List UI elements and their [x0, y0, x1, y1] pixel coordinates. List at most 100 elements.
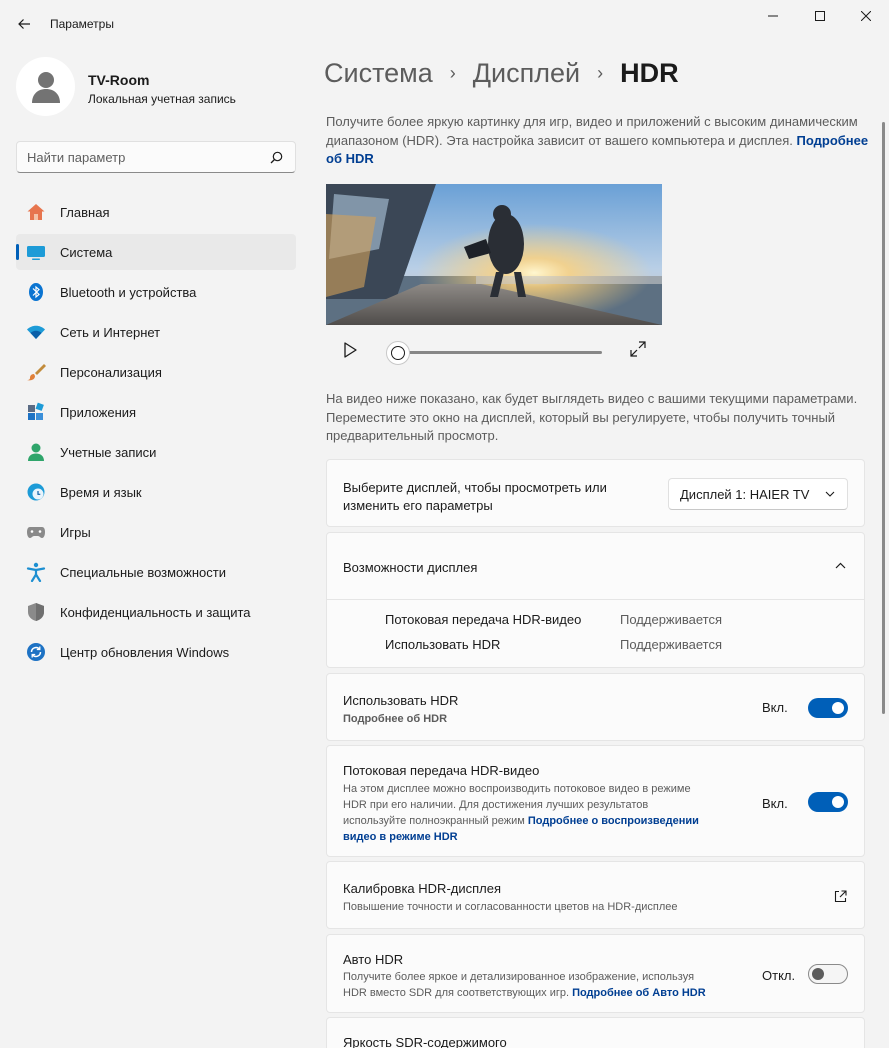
sidebar-item-apps[interactable]: Приложения: [16, 394, 296, 430]
sdr-brightness-title: Яркость SDR-содержимого: [343, 1035, 507, 1048]
use-hdr-title: Использовать HDR: [343, 693, 459, 708]
preview-note: На видео ниже показано, как будет выгляд…: [326, 391, 858, 443]
breadcrumb-separator: ›: [449, 63, 456, 83]
sidebar-item-network[interactable]: Сеть и Интернет: [16, 314, 296, 350]
use-hdr-toggle[interactable]: [808, 698, 848, 718]
sidebar-item-accounts[interactable]: Учетные записи: [16, 434, 296, 470]
wifi-icon: [27, 325, 45, 339]
breadcrumb-system[interactable]: Система: [324, 58, 433, 89]
sidebar-item-system[interactable]: Система: [16, 234, 296, 270]
sidebar-nav: Главная Система Bluetooth и устройства С…: [16, 194, 296, 674]
breadcrumb-display[interactable]: Дисплей: [473, 58, 580, 89]
use-hdr-learn-more-link[interactable]: Подробнее об HDR: [343, 711, 447, 727]
auto-hdr-toggle[interactable]: [808, 964, 848, 984]
external-link-icon: [834, 890, 847, 903]
capabilities-header[interactable]: Возможности дисплея: [327, 533, 864, 600]
sidebar-item-home[interactable]: Главная: [16, 194, 296, 230]
auto-hdr-desc-line: Получите более яркое и детализированное …: [343, 971, 695, 983]
accessibility-icon: [26, 562, 46, 582]
maximize-icon: [815, 11, 825, 21]
sidebar-item-label: Сеть и Интернет: [60, 325, 161, 340]
auto-hdr-learn-more-link[interactable]: Подробнее об Авто HDR: [572, 987, 706, 999]
display-select-label-line: изменить его параметры: [343, 498, 493, 513]
app-title: Параметры: [50, 17, 114, 31]
hdr-calibration-title: Калибровка HDR-дисплея: [343, 881, 502, 896]
capability-name: Потоковая передача HDR-видео: [385, 612, 582, 627]
sidebar-item-label: Персонализация: [60, 365, 162, 380]
hdr-streaming-title: Потоковая передача HDR-видео: [343, 763, 540, 778]
play-icon[interactable]: [340, 340, 360, 360]
sidebar-item-label: Конфиденциальность и защита: [60, 605, 251, 620]
sidebar-item-label: Приложения: [60, 405, 137, 420]
sidebar-item-label: Главная: [60, 205, 110, 220]
hdr-video-preview: [326, 184, 662, 325]
home-icon: [27, 204, 45, 220]
sidebar-item-label: Специальные возможности: [60, 565, 226, 580]
capability-value: Поддерживается: [620, 612, 723, 627]
sidebar-item-bluetooth[interactable]: Bluetooth и устройства: [16, 274, 296, 310]
sdr-brightness-card: Яркость SDR-содержимого: [326, 1017, 865, 1048]
sidebar-item-time-language[interactable]: Время и язык: [16, 474, 296, 510]
hdr-streaming-learn-more-link[interactable]: Подробнее о воспроизведении: [528, 815, 699, 827]
search-icon[interactable]: [270, 151, 283, 164]
search-input[interactable]: [27, 148, 267, 166]
user-avatar-icon: [31, 71, 60, 103]
auto-hdr-desc-line: HDR вместо SDR для соответствующих игр.: [343, 987, 573, 999]
hdr-streaming-toggle[interactable]: [808, 792, 848, 812]
minimize-button[interactable]: [750, 0, 796, 32]
search-box[interactable]: [16, 141, 296, 173]
display-dropdown-value: Дисплей 1: HAIER TV: [680, 487, 810, 502]
auto-hdr-card: Авто HDR Получите более яркое и детализи…: [326, 934, 865, 1013]
display-select-label-line: Выберите дисплей, чтобы просмотреть или: [343, 480, 607, 495]
hdr-streaming-learn-more-link-cont[interactable]: видео в режиме HDR: [343, 829, 743, 845]
sidebar-item-privacy[interactable]: Конфиденциальность и защита: [16, 594, 296, 630]
sidebar-item-label: Система: [60, 245, 113, 260]
close-icon: [861, 11, 871, 21]
bluetooth-icon: [29, 283, 43, 301]
sidebar-item-label: Учетные записи: [60, 445, 157, 460]
gamepad-icon: [27, 527, 45, 538]
profile-name: TV-Room: [88, 72, 150, 88]
hdr-streaming-state: Вкл.: [762, 796, 788, 811]
capabilities-title: Возможности дисплея: [343, 560, 478, 575]
sidebar-item-label: Время и язык: [60, 485, 142, 500]
close-button[interactable]: [843, 0, 889, 32]
sidebar-item-personalization[interactable]: Персонализация: [16, 354, 296, 390]
back-button[interactable]: [10, 10, 38, 38]
display-capabilities-card: Возможности дисплея Потоковая передача H…: [326, 532, 865, 668]
apps-icon: [28, 402, 44, 420]
sidebar-item-windows-update[interactable]: Центр обновления Windows: [16, 634, 296, 670]
fullscreen-icon[interactable]: [630, 341, 646, 357]
update-icon: [27, 643, 45, 661]
brush-icon: [27, 364, 46, 381]
auto-hdr-state: Откл.: [762, 968, 796, 983]
auto-hdr-description: Получите более яркое и детализированное …: [343, 969, 753, 1001]
sidebar-item-label: Центр обновления Windows: [60, 645, 230, 660]
display-dropdown[interactable]: Дисплей 1: HAIER TV: [668, 478, 848, 510]
intro-description: Получите более яркую картинку для игр, в…: [326, 114, 858, 148]
profile-account-type: Локальная учетная запись: [88, 92, 236, 106]
time-language-icon: [27, 483, 45, 501]
video-seek-bar[interactable]: [398, 351, 602, 354]
hdr-calibration-card[interactable]: Калибровка HDR-дисплея Повышение точност…: [326, 861, 865, 929]
title-bar: Параметры: [0, 0, 889, 48]
video-seek-thumb[interactable]: [386, 341, 410, 365]
capability-name: Использовать HDR: [385, 637, 501, 652]
video-controls: [326, 325, 662, 375]
sidebar-item-label: Игры: [60, 525, 91, 540]
capability-value: Поддерживается: [620, 637, 723, 652]
intro-text: Получите более яркую картинку для игр, в…: [326, 113, 871, 169]
minimize-icon: [768, 15, 778, 17]
use-hdr-card: Использовать HDR Подробнее об HDR Вкл.: [326, 673, 865, 741]
video-frame-image: [326, 184, 662, 325]
hdr-streaming-desc-line: HDR при его наличии. Для достижения лучш…: [343, 799, 649, 811]
sidebar-item-accessibility[interactable]: Специальные возможности: [16, 554, 296, 590]
maximize-button[interactable]: [797, 0, 843, 32]
hdr-streaming-desc-line: На этом дисплее можно воспроизводить пот…: [343, 783, 691, 795]
sidebar-item-gaming[interactable]: Игры: [16, 514, 296, 550]
use-hdr-state: Вкл.: [762, 700, 788, 715]
hdr-calibration-description: Повышение точности и согласованности цве…: [343, 901, 678, 913]
scrollbar[interactable]: [882, 122, 885, 714]
sidebar-item-label: Bluetooth и устройства: [60, 285, 197, 300]
auto-hdr-title: Авто HDR: [343, 952, 404, 967]
